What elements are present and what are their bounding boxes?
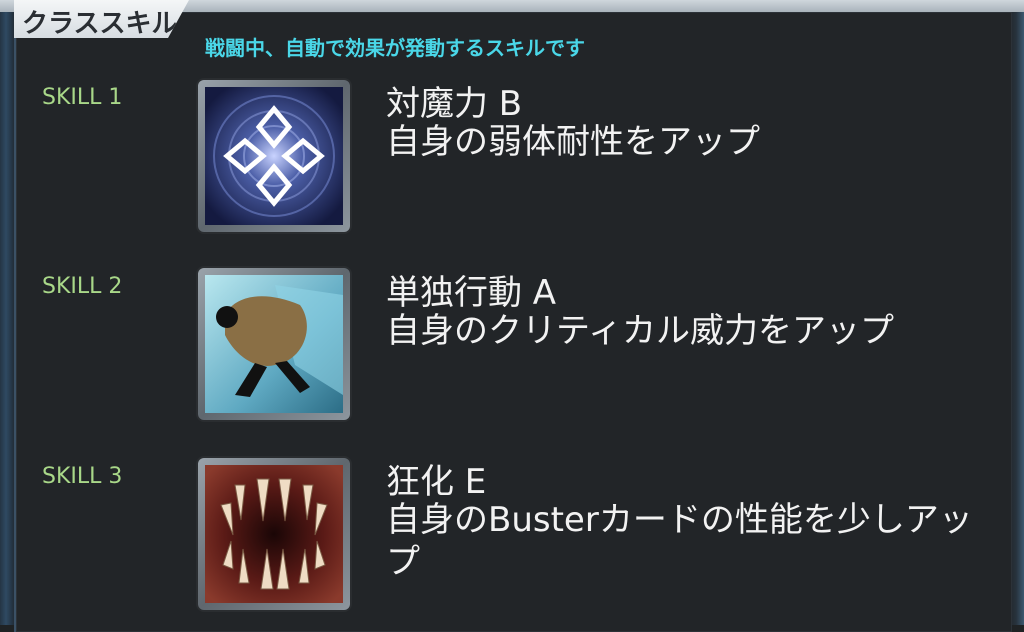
skill-3-label: SKILL 3 bbox=[42, 464, 123, 489]
section-subtitle: 戦闘中、自動で効果が発動するスキルです bbox=[205, 36, 585, 60]
skill-2-description: 自身のクリティカル威力をアップ bbox=[386, 311, 894, 351]
skill-2-name: 単独行動 A bbox=[386, 273, 557, 313]
skill-1-name: 対魔力 B bbox=[386, 84, 523, 124]
skill-2-icon-frame[interactable] bbox=[198, 268, 350, 420]
independent-action-icon bbox=[205, 275, 343, 413]
skill-1-description: 自身の弱体耐性をアップ bbox=[386, 122, 760, 162]
skill-1-label: SKILL 1 bbox=[42, 85, 123, 110]
skill-3-icon-frame[interactable] bbox=[198, 458, 350, 610]
skill-3-name: 狂化 E bbox=[386, 462, 487, 502]
section-title-tab: クラススキル bbox=[14, 0, 189, 38]
skill-1-icon-frame[interactable] bbox=[198, 80, 350, 232]
section-title: クラススキル bbox=[22, 9, 178, 39]
skill-3-description: 自身のBusterカードの性能を少しアップ bbox=[386, 500, 973, 582]
magic-resistance-icon bbox=[205, 87, 343, 225]
madness-enhancement-icon bbox=[205, 465, 343, 603]
skill-2-label: SKILL 2 bbox=[42, 274, 123, 299]
